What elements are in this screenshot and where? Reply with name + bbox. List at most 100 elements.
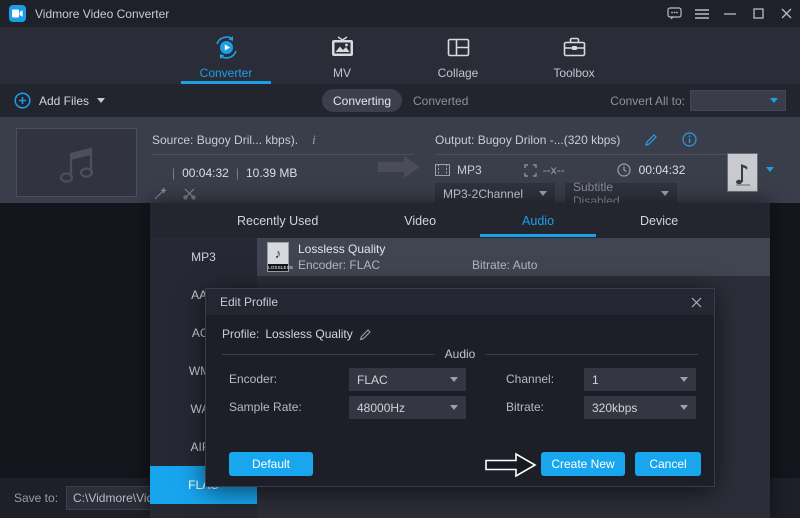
minimize-icon[interactable] xyxy=(722,6,738,22)
clock-icon xyxy=(617,163,631,177)
bitrate-label: Bitrate: xyxy=(506,400,544,414)
tab-collage-label: Collage xyxy=(438,66,479,80)
converted-toggle[interactable]: Converted xyxy=(413,84,468,117)
edit-wand-icon[interactable] xyxy=(154,187,167,200)
default-button[interactable]: Default xyxy=(229,452,313,476)
add-files-button[interactable]: Add Files xyxy=(14,84,105,117)
audio-track-value: MP3-2Channel xyxy=(443,187,523,201)
converted-label: Converted xyxy=(413,94,468,108)
chevron-down-icon xyxy=(450,405,458,410)
source-thumbnail xyxy=(16,128,137,197)
output-format: MP3 xyxy=(457,163,482,177)
output-thumbnail[interactable] xyxy=(727,153,758,192)
tab-collage[interactable]: Collage xyxy=(422,34,494,84)
dialog-profile-value: Lossless Quality xyxy=(265,327,352,341)
profile-list-row[interactable]: ♪ LOSSLESS Lossless Quality Encoder: FLA… xyxy=(257,238,770,276)
chevron-down-icon xyxy=(680,405,688,410)
sidebar-item-mp3[interactable]: MP3 xyxy=(150,238,257,276)
output-duration: 00:04:32 xyxy=(639,163,686,177)
app-title: Vidmore Video Converter xyxy=(35,7,169,21)
sample-rate-dropdown[interactable]: 48000Hz xyxy=(349,396,466,419)
channel-value: 1 xyxy=(592,373,599,387)
file-row: Source: Bugoy Dril... kbps). i |00:04:32… xyxy=(0,117,800,203)
add-files-label: Add Files xyxy=(39,94,89,108)
edit-pencil-icon[interactable] xyxy=(644,133,658,147)
source-label: Source: Bugoy Dril... kbps). xyxy=(152,133,298,147)
profile-picker-caret-icon[interactable] xyxy=(766,167,774,172)
chevron-down-icon xyxy=(680,377,688,382)
divider xyxy=(435,154,745,155)
converting-label: Converting xyxy=(333,94,391,108)
music-note-icon xyxy=(51,137,103,189)
edit-profile-dialog: Edit Profile Profile: Lossless Quality A… xyxy=(205,288,715,487)
tab-mv[interactable]: MV xyxy=(306,34,378,84)
annotation-arrow-icon xyxy=(485,451,537,479)
encoder-dropdown[interactable]: FLAC xyxy=(349,368,466,391)
subtitle-dropdown[interactable]: Subtitle Disabled xyxy=(565,183,677,204)
convert-all-label: Convert All to: xyxy=(610,84,685,117)
lossless-badge-icon: ♪ LOSSLESS xyxy=(267,242,289,272)
feedback-icon[interactable] xyxy=(666,6,682,22)
tab-recently-used[interactable]: Recently Used xyxy=(237,214,318,228)
toolbox-icon xyxy=(561,34,588,61)
bitrate-value: 320kbps xyxy=(592,401,637,415)
bitrate-dropdown[interactable]: 320kbps xyxy=(584,396,696,419)
dialog-profile-label: Profile: xyxy=(222,327,259,341)
sidebar-item-m4a[interactable]: M4A xyxy=(150,504,257,518)
audio-track-dropdown[interactable]: MP3-2Channel xyxy=(435,183,555,204)
converter-icon xyxy=(213,34,240,61)
tab-audio[interactable]: Audio xyxy=(522,214,554,228)
divider xyxy=(152,154,414,155)
output-resolution: --x-- xyxy=(543,163,565,177)
tab-converter[interactable]: Converter xyxy=(190,34,262,84)
source-meta: |00:04:32|10.39 MB xyxy=(172,166,297,180)
convert-all-dropdown[interactable] xyxy=(690,90,786,111)
chevron-down-icon xyxy=(661,191,669,196)
tab-converter-label: Converter xyxy=(200,66,253,80)
maximize-icon[interactable] xyxy=(750,6,766,22)
tab-video[interactable]: Video xyxy=(404,214,436,228)
save-to-label: Save to: xyxy=(14,491,58,505)
cancel-button[interactable]: Cancel xyxy=(635,452,701,476)
app-logo-icon xyxy=(9,5,26,22)
encoder-label: Encoder: xyxy=(229,372,277,386)
resolution-icon xyxy=(524,164,537,177)
chevron-down-icon xyxy=(770,98,778,103)
channel-dropdown[interactable]: 1 xyxy=(584,368,696,391)
add-files-caret-icon xyxy=(97,98,105,103)
source-info-icon[interactable]: i xyxy=(312,132,316,148)
toolbar: Add Files Converting Converted Convert A… xyxy=(0,84,800,117)
tab-device[interactable]: Device xyxy=(640,214,678,228)
add-circle-icon xyxy=(14,92,31,109)
tab-toolbox-label: Toolbox xyxy=(553,66,594,80)
encoder-value: FLAC xyxy=(357,373,388,387)
channel-label: Channel: xyxy=(506,372,554,386)
app-window: Vidmore Video Converter xyxy=(0,0,800,518)
music-note-icon xyxy=(734,160,752,186)
source-size: 10.39 MB xyxy=(246,166,297,180)
dialog-title: Edit Profile xyxy=(220,295,278,309)
rename-pencil-icon[interactable] xyxy=(359,328,372,341)
profile-panel-tabs: Recently Used Video Audio Device xyxy=(150,203,770,238)
info-circle-icon[interactable] xyxy=(682,132,697,147)
source-duration: 00:04:32 xyxy=(182,166,229,180)
create-new-button[interactable]: Create New xyxy=(541,452,625,476)
tab-toolbox[interactable]: Toolbox xyxy=(538,34,610,84)
output-column: Output: Bugoy Drilon -...(320 kbps) MP3 … xyxy=(435,117,750,203)
format-film-icon xyxy=(435,164,450,176)
main-nav: Converter MV Collage xyxy=(0,27,800,84)
sample-rate-label: Sample Rate: xyxy=(229,400,302,414)
output-label: Output: Bugoy Drilon -...(320 kbps) xyxy=(435,133,620,147)
dialog-close-icon[interactable] xyxy=(688,294,704,310)
profile-title: Lossless Quality xyxy=(298,242,385,256)
convert-arrow-icon xyxy=(378,154,420,180)
chevron-down-icon xyxy=(450,377,458,382)
section-title: Audio xyxy=(445,347,476,361)
cut-scissors-icon[interactable] xyxy=(183,187,196,200)
close-icon[interactable] xyxy=(778,6,794,22)
converting-toggle[interactable]: Converting xyxy=(322,89,402,112)
dialog-header: Edit Profile xyxy=(206,289,714,315)
chevron-down-icon xyxy=(539,191,547,196)
menu-icon[interactable] xyxy=(694,6,710,22)
collage-icon xyxy=(445,34,472,61)
